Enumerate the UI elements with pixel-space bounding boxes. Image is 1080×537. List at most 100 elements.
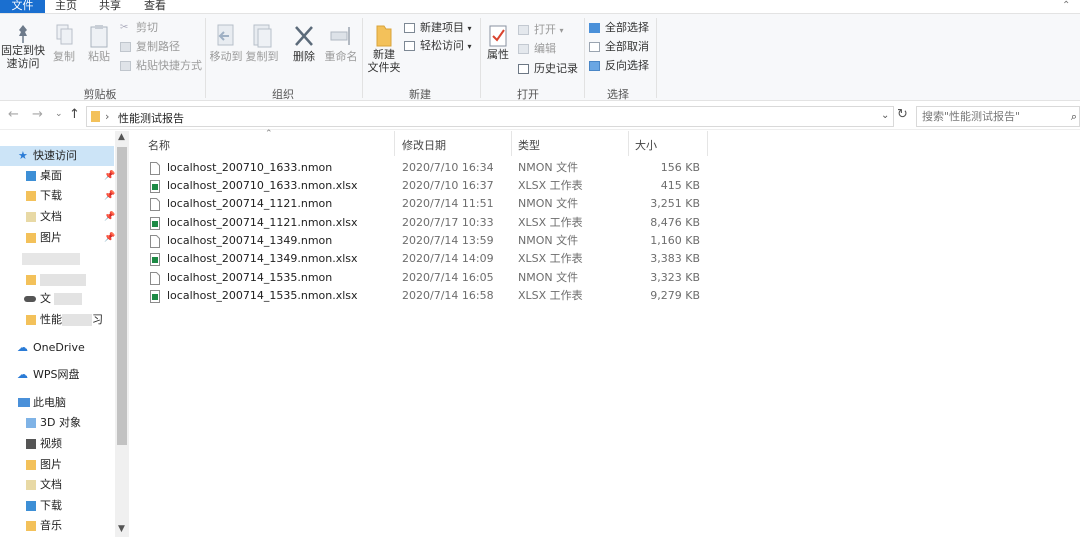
file-row[interactable]: localhost_200710_1633.nmon 2020/7/10 16:3… xyxy=(145,159,710,177)
address-input[interactable]: › 性能测试报告 ⌄ xyxy=(86,106,894,127)
nav-label: WPS网盘 xyxy=(33,368,80,381)
scissors-icon: ✂ xyxy=(120,22,129,33)
history-button[interactable]: 历史记录 xyxy=(518,61,578,77)
move-to-icon xyxy=(217,24,234,46)
navigation-pane: ★ 快速访问 桌面 📌 下载 📌 文档 📌 图片 📌 文 性能 习 ☁ OneDrive ☁… xyxy=(0,131,129,537)
blurred-redaction xyxy=(40,274,86,286)
search-input[interactable]: 搜索"性能测试报告" ⌕ xyxy=(916,106,1080,127)
history-label: 历史记录 xyxy=(534,62,578,75)
file-name: localhost_200714_1121.nmon xyxy=(167,197,333,210)
tab-home[interactable]: 主页 xyxy=(48,0,84,13)
pin-to-quick-access-button[interactable]: 固定到快 速访问 xyxy=(1,24,45,70)
file-row[interactable]: localhost_200710_1633.nmon.xlsx 2020/7/10… xyxy=(145,177,710,195)
xlsx-icon xyxy=(150,217,160,230)
nav-quick-access[interactable]: ★ 快速访问 xyxy=(0,146,114,166)
properties-check-icon xyxy=(489,25,507,47)
column-name[interactable]: 名称 xyxy=(148,137,170,153)
cube-icon xyxy=(26,418,36,428)
cut-button[interactable]: ✂ 剪切 xyxy=(120,20,158,36)
ribbon-expand-icon[interactable]: ⌃ xyxy=(1062,0,1070,11)
tab-view[interactable]: 查看 xyxy=(137,0,173,13)
open-button[interactable]: 打开 ▾ xyxy=(518,22,564,38)
ribbon-divider xyxy=(656,18,657,98)
folder-icon xyxy=(91,111,100,122)
column-headers: ⌃ 名称 修改日期 类型 大小 xyxy=(130,129,710,156)
copy-path-button[interactable]: 复制路径 xyxy=(120,39,180,55)
group-label-open: 打开 xyxy=(517,88,539,101)
xlsx-icon xyxy=(150,180,160,193)
new-folder-button[interactable]: 新建 文件夹 xyxy=(364,24,404,74)
ribbon-divider xyxy=(362,18,363,98)
address-dropdown-icon[interactable]: ⌄ xyxy=(881,110,889,121)
properties-button[interactable]: 属性 xyxy=(483,24,513,61)
video-icon xyxy=(26,439,36,449)
edit-button[interactable]: 编辑 xyxy=(518,41,556,57)
file-date: 2020/7/14 14:09 xyxy=(402,252,494,265)
paste-button[interactable]: 粘贴 xyxy=(83,24,115,63)
nav-label: 文档 xyxy=(40,478,62,491)
paste-shortcut-button[interactable]: 粘贴快捷方式 xyxy=(120,58,202,74)
column-type[interactable]: 类型 xyxy=(518,137,540,153)
file-row[interactable]: localhost_200714_1121.nmon 2020/7/14 11:5… xyxy=(145,195,710,213)
file-date: 2020/7/14 16:05 xyxy=(402,271,494,284)
nav-label: 桌面 xyxy=(40,169,62,182)
recent-locations-chevron-icon[interactable]: ⌄ xyxy=(55,109,63,119)
invert-selection-button[interactable]: 反向选择 xyxy=(589,58,649,74)
column-date[interactable]: 修改日期 xyxy=(402,137,446,153)
folder-icon xyxy=(376,25,392,47)
scrollbar-thumb[interactable] xyxy=(117,147,127,445)
chevron-down-icon: ▾ xyxy=(467,42,472,51)
column-size[interactable]: 大小 xyxy=(635,137,657,153)
group-label-organize: 组织 xyxy=(272,88,294,101)
xlsx-icon xyxy=(150,290,160,303)
copy-button[interactable]: 复制 xyxy=(48,24,80,63)
easy-access-button[interactable]: 轻松访问 ▾ xyxy=(404,38,472,54)
rename-button[interactable]: 重命名 xyxy=(322,24,360,63)
tab-file[interactable]: 文件 xyxy=(0,0,45,13)
blurred-redaction xyxy=(62,314,92,326)
column-divider[interactable] xyxy=(394,131,395,156)
group-label-new: 新建 xyxy=(409,88,431,101)
edit-icon xyxy=(518,44,529,54)
nav-label: OneDrive xyxy=(33,341,85,354)
forward-arrow-icon[interactable]: → xyxy=(32,107,43,122)
tab-share[interactable]: 共享 xyxy=(92,0,128,13)
new-folder-label-1: 新建 xyxy=(373,48,395,61)
copy-to-button[interactable]: 复制到 xyxy=(244,24,280,63)
file-size: 3,323 KB xyxy=(650,271,700,284)
file-row[interactable]: localhost_200714_1349.nmon.xlsx 2020/7/14… xyxy=(145,250,710,268)
refresh-icon[interactable]: ↻ xyxy=(897,107,908,122)
move-to-button[interactable]: 移动到 xyxy=(208,24,244,63)
desktop-icon xyxy=(26,171,36,181)
file-size: 3,383 KB xyxy=(650,252,700,265)
scroll-down-icon[interactable]: ▼ xyxy=(118,524,125,534)
blurred-redaction xyxy=(22,253,80,265)
file-icon xyxy=(150,198,160,211)
breadcrumb-current-folder[interactable]: 性能测试报告 xyxy=(118,110,184,126)
column-divider[interactable] xyxy=(511,131,512,156)
delete-x-icon xyxy=(295,26,313,46)
file-type: XLSX 工作表 xyxy=(518,252,583,265)
new-folder-label-2: 文件夹 xyxy=(367,61,401,74)
file-type: XLSX 工作表 xyxy=(518,289,583,302)
up-arrow-icon[interactable]: ↑ xyxy=(69,107,80,122)
file-row[interactable]: localhost_200714_1121.nmon.xlsx 2020/7/17… xyxy=(145,214,710,232)
file-name: localhost_200710_1633.nmon xyxy=(167,161,333,174)
delete-button[interactable]: 删除 xyxy=(287,24,321,63)
select-all-button[interactable]: 全部选择 xyxy=(589,20,649,36)
file-row[interactable]: localhost_200714_1349.nmon 2020/7/14 13:5… xyxy=(145,232,710,250)
column-divider[interactable] xyxy=(707,131,708,156)
file-row[interactable]: localhost_200714_1535.nmon.xlsx 2020/7/14… xyxy=(145,287,710,305)
nav-label: 3D 对象 xyxy=(40,416,81,429)
nav-label: 此电脑 xyxy=(33,396,66,409)
new-item-button[interactable]: 新建项目 ▾ xyxy=(404,20,472,36)
nav-scrollbar[interactable]: ▲ ▼ xyxy=(115,131,129,537)
select-none-button[interactable]: 全部取消 xyxy=(589,39,649,55)
file-row[interactable]: localhost_200714_1535.nmon 2020/7/14 16:0… xyxy=(145,269,710,287)
scroll-up-icon[interactable]: ▲ xyxy=(118,132,125,142)
file-type: XLSX 工作表 xyxy=(518,179,583,192)
ribbon-divider xyxy=(480,18,481,98)
nav-label: 习 xyxy=(92,313,103,326)
column-divider[interactable] xyxy=(628,131,629,156)
back-arrow-icon[interactable]: ← xyxy=(8,107,19,122)
